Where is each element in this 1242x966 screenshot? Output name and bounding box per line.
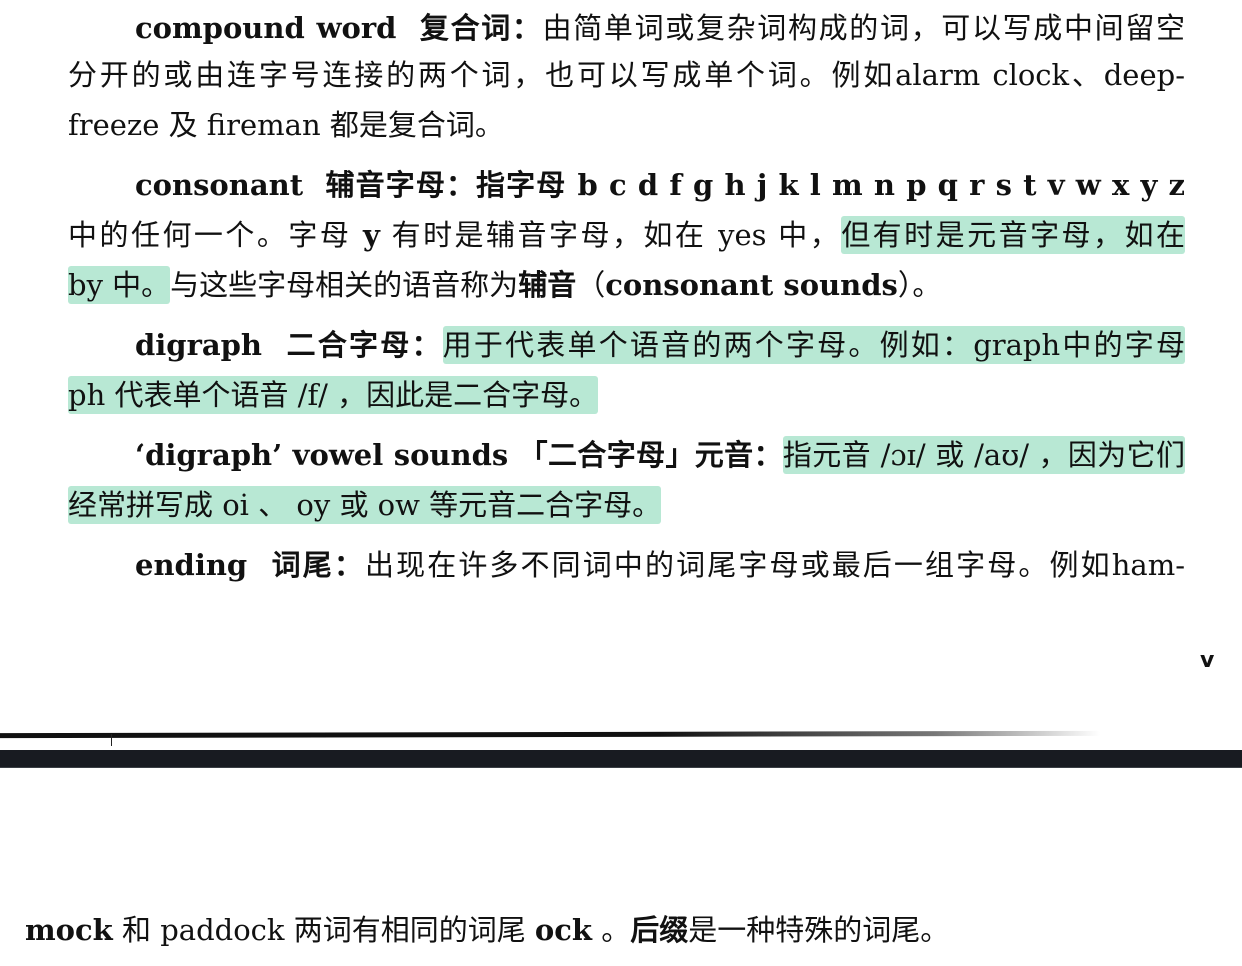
rule-tick [111,734,112,746]
highlighted-text[interactable]: by 中。 [68,266,171,304]
bold-term: ending 词尾： [135,548,365,582]
highlighted-text[interactable]: ph 代表单个语音 /f/ ，因此是二合字母。 [68,376,599,414]
highlighted-text[interactable]: 经常拼写成 oi 、 oy 或 ow 等元音二合字母。 [68,486,662,524]
text-line: mock 和 paddock 两词有相同的词尾 ock 。后缀是一种特殊的词尾。 [25,908,949,952]
body-text: （ [576,268,606,302]
document-page-top: compound word 复合词：由简单词或复杂词构成的词，可以写成中间留空分… [0,0,1242,750]
bold-term: 辅音 [518,268,577,302]
bold-term: consonant sounds [605,268,898,302]
body-text: 出现在许多不同词中的词尾字母或最后一组字母。例如ham- [364,548,1185,582]
body-text: 由简单词或复杂词构成的词，可以写成中间留空 [542,11,1185,45]
text-line: ending 词尾：出现在许多不同词中的词尾字母或最后一组字母。例如ham- [135,543,1185,587]
bold-term: 后缀 [630,913,689,947]
text-line: compound word 复合词：由简单词或复杂词构成的词，可以写成中间留空 [135,6,1185,50]
body-text: freeze 及 fireman 都是复合词。 [68,108,504,142]
text-line: 分开的或由连字号连接的两个词，也可以写成单个词。例如alarm clock、de… [68,53,1185,97]
highlighted-text[interactable]: 用于代表单个语音的两个字母。例如：graph中的字母 [442,326,1185,364]
bold-term: consonant 辅音字母：指字母 b c d f g h j k l m n… [135,168,1185,202]
margin-mark: v [1200,648,1215,673]
text-line: 经常拼写成 oi 、 oy 或 ow 等元音二合字母。 [68,483,662,527]
page-bottom-rule [0,730,1100,739]
text-line: ph 代表单个语音 /f/ ，因此是二合字母。 [68,373,599,417]
document-page-bottom: mock 和 paddock 两词有相同的词尾 ock 。后缀是一种特殊的词尾。 [0,768,1242,966]
bold-term: y [363,218,380,252]
highlighted-text[interactable]: 指元音 /ɔɪ/ 或 /aʊ/ ，因为它们 [782,436,1185,474]
bold-term: compound word 复合词： [135,11,543,45]
text-line: digraph 二合字母：用于代表单个语音的两个字母。例如：graph中的字母 [135,323,1185,367]
text-line: 中的任何一个。字母 y 有时是辅音字母，如在 yes 中，但有时是元音字母，如在 [68,213,1185,257]
body-text: 是一种特殊的词尾。 [688,913,950,947]
bold-term: ‘digraph’ vowel sounds 「二合字母」元音： [135,438,783,472]
highlighted-text[interactable]: 但有时是元音字母，如在 [841,216,1185,254]
body-text: 分开的或由连字号连接的两个词，也可以写成单个词。例如alarm clock、de… [68,58,1185,92]
body-text: 中的任何一个。字母 [68,218,364,252]
text-line: by 中。与这些字母相关的语音称为辅音（consonant sounds）。 [68,263,941,307]
text-line: consonant 辅音字母：指字母 b c d f g h j k l m n… [135,163,1185,207]
bold-term: ock [534,913,593,947]
bold-term: digraph 二合字母： [135,328,443,362]
body-text: 。 [592,913,631,947]
body-text: 与这些字母相关的语音称为 [170,268,519,302]
text-line: freeze 及 fireman 都是复合词。 [68,103,504,147]
body-text: ）。 [897,268,942,302]
text-line: ‘digraph’ vowel sounds 「二合字母」元音：指元音 /ɔɪ/… [135,433,1185,477]
bold-term: mock [25,913,113,947]
body-text: 有时是辅音字母，如在 yes 中， [379,218,842,252]
page-divider-bar [0,750,1242,768]
body-text: 和 paddock 两词有相同的词尾 [112,913,535,947]
